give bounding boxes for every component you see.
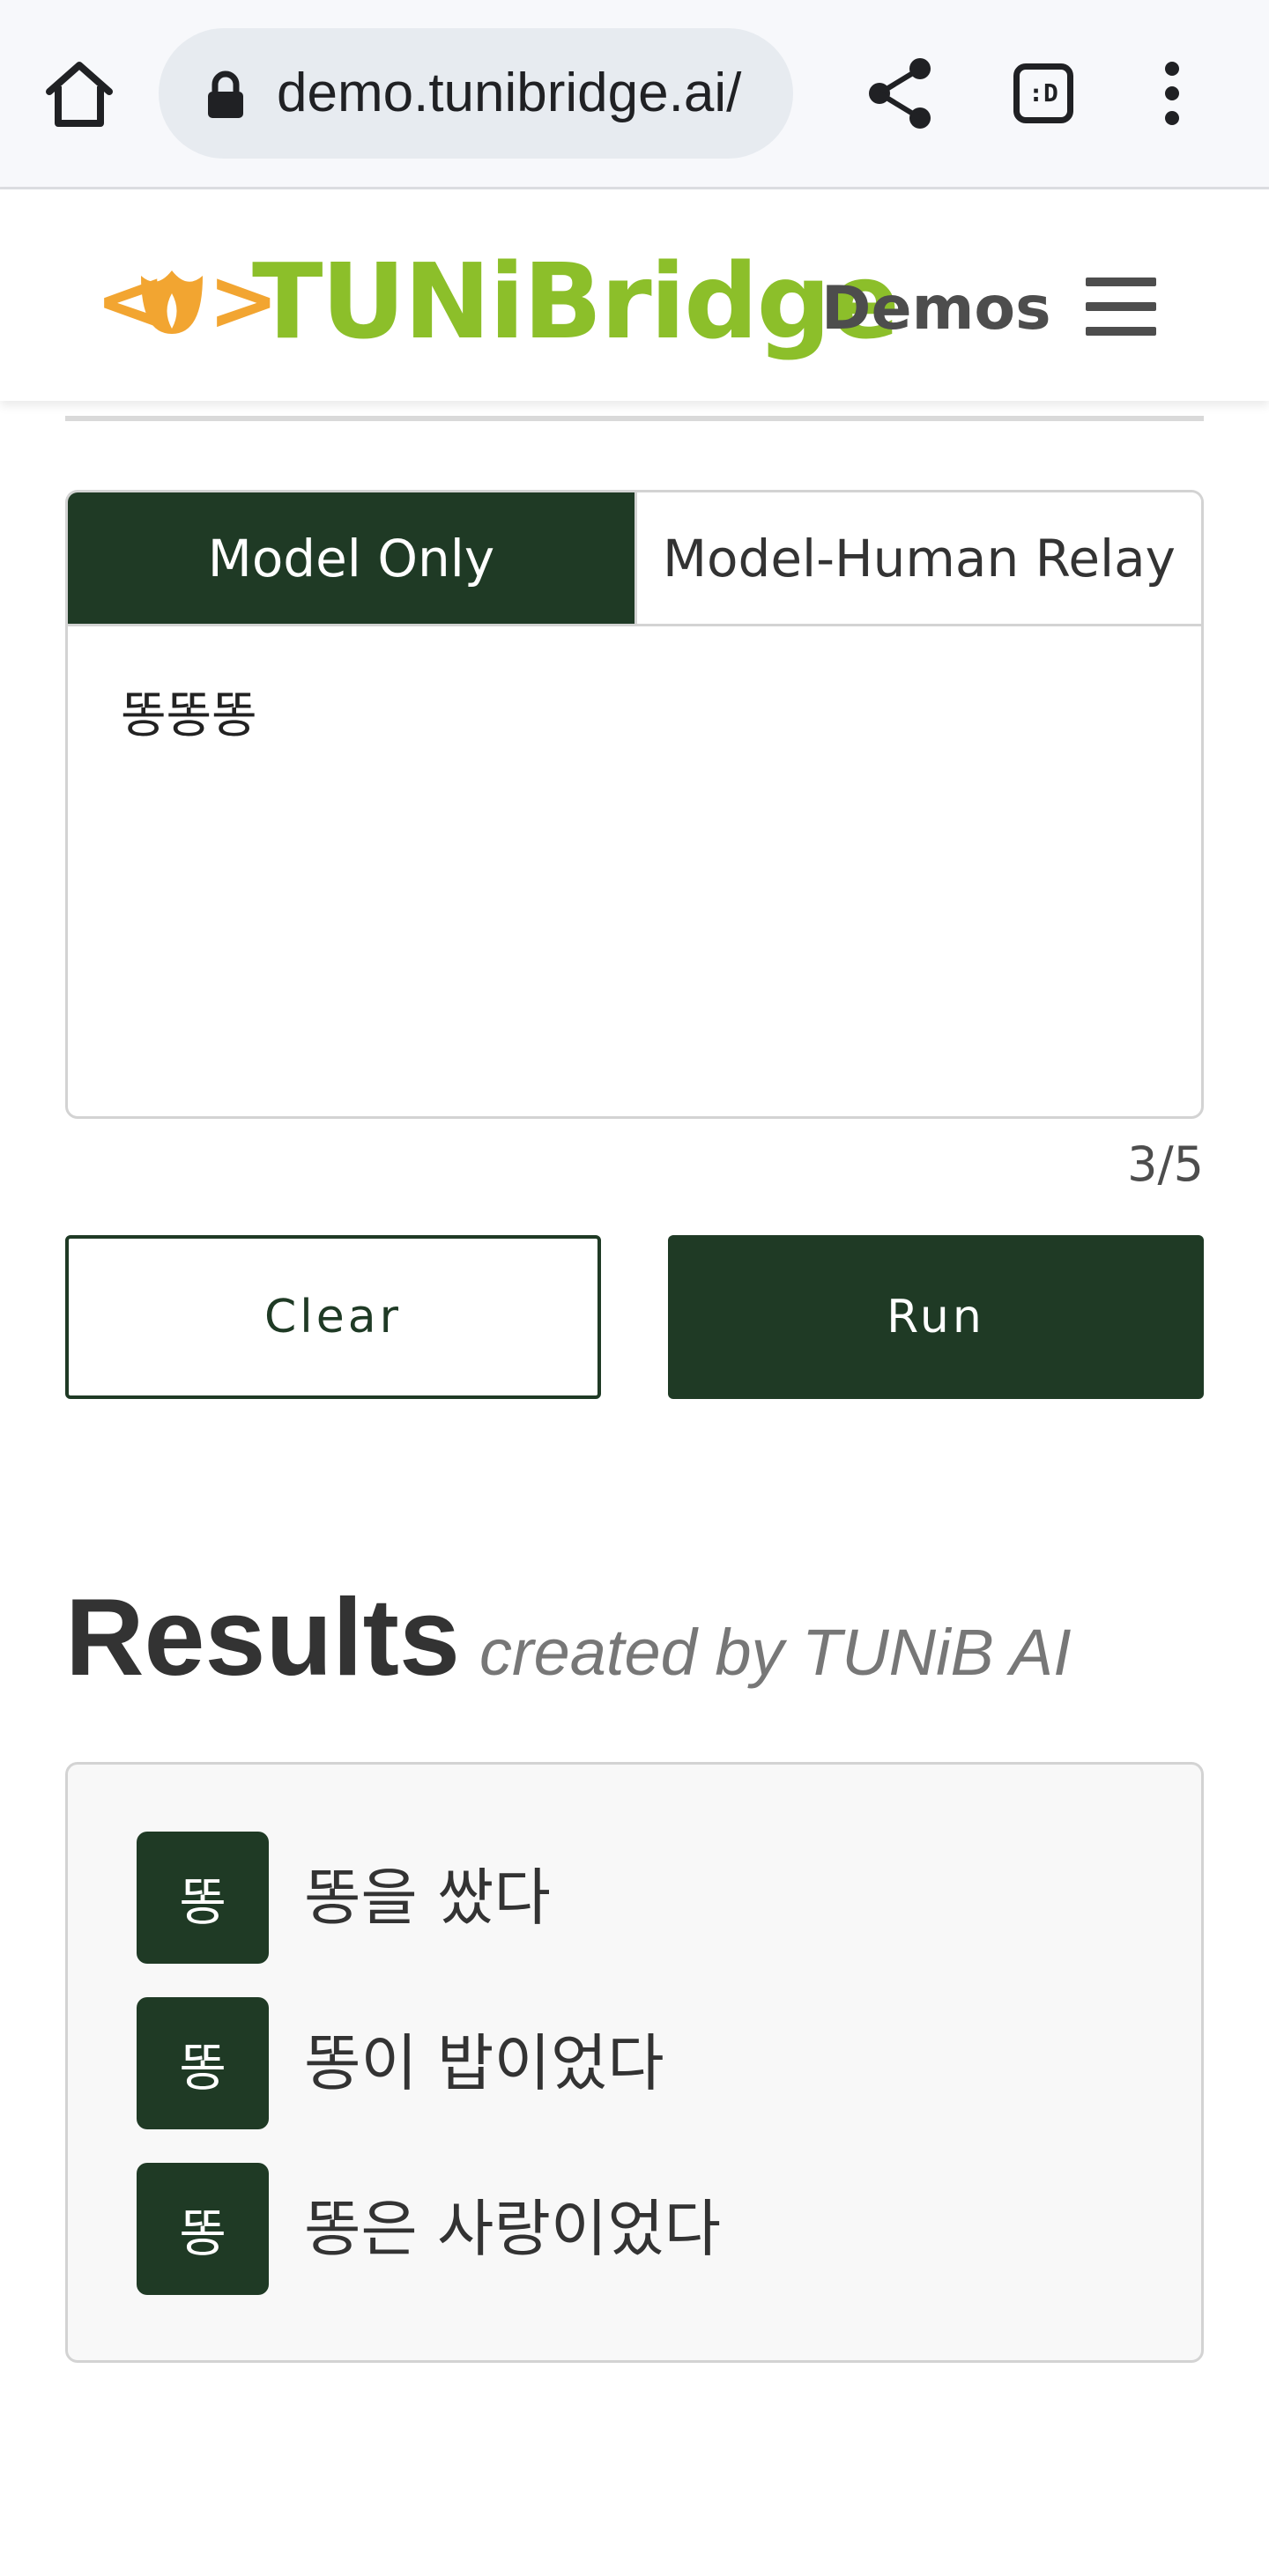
result-item: 똥 똥이 밥이었다 [137,1997,1106,2129]
result-text: 똥이 밥이었다 [304,2027,664,2099]
result-badge: 똥 [137,1832,269,1964]
prompt-input[interactable]: 똥똥똥 [65,624,1204,1119]
results-list: 똥 똥을 쌌다 똥 똥이 밥이었다 똥 똥은 사랑이었다 [65,1762,1204,2363]
share-icon[interactable] [865,56,936,130]
logo-text: TUNiBridge [252,241,900,362]
prompt-input-value: 똥똥똥 [121,687,257,744]
url-text: demo.tunibridge.ai/ [277,63,742,123]
result-text: 똥을 쌌다 [304,1862,551,1934]
overflow-menu-icon[interactable] [1154,62,1190,125]
lock-icon [204,70,247,120]
result-badge: 똥 [137,2163,269,2295]
browser-toolbar: demo.tunibridge.ai/ :D [0,0,1269,189]
demos-nav-label[interactable]: Demos [821,274,1051,344]
result-text: 똥은 사랑이었다 [304,2193,722,2265]
result-badge: 똥 [137,1997,269,2129]
clear-button[interactable]: Clear [65,1235,601,1399]
character-count: 3/5 [1127,1136,1204,1192]
results-subtitle: created by TUNiB AI [479,1616,1072,1689]
result-item: 똥 똥은 사랑이었다 [137,2163,1106,2295]
tulip-icon [141,270,203,334]
home-icon[interactable] [39,58,120,129]
site-header: < > TUNiBridge Demos [0,189,1269,401]
section-divider [65,416,1204,421]
mode-tabs: Model Only Model-Human Relay [65,490,1204,624]
address-bar[interactable]: demo.tunibridge.ai/ [159,28,793,159]
hamburger-menu-icon[interactable] [1086,278,1156,336]
tab-model-only[interactable]: Model Only [68,492,634,624]
tab-model-human-relay[interactable]: Model-Human Relay [634,492,1201,624]
run-button[interactable]: Run [668,1235,1204,1399]
result-item: 똥 똥을 쌌다 [137,1832,1106,1964]
tab-switcher-icon[interactable]: :D [1013,63,1073,123]
tunibridge-logo[interactable]: < > TUNiBridge [95,232,900,362]
results-heading: Results created by TUNiB AI [65,1575,1072,1700]
results-title: Results [65,1577,460,1699]
